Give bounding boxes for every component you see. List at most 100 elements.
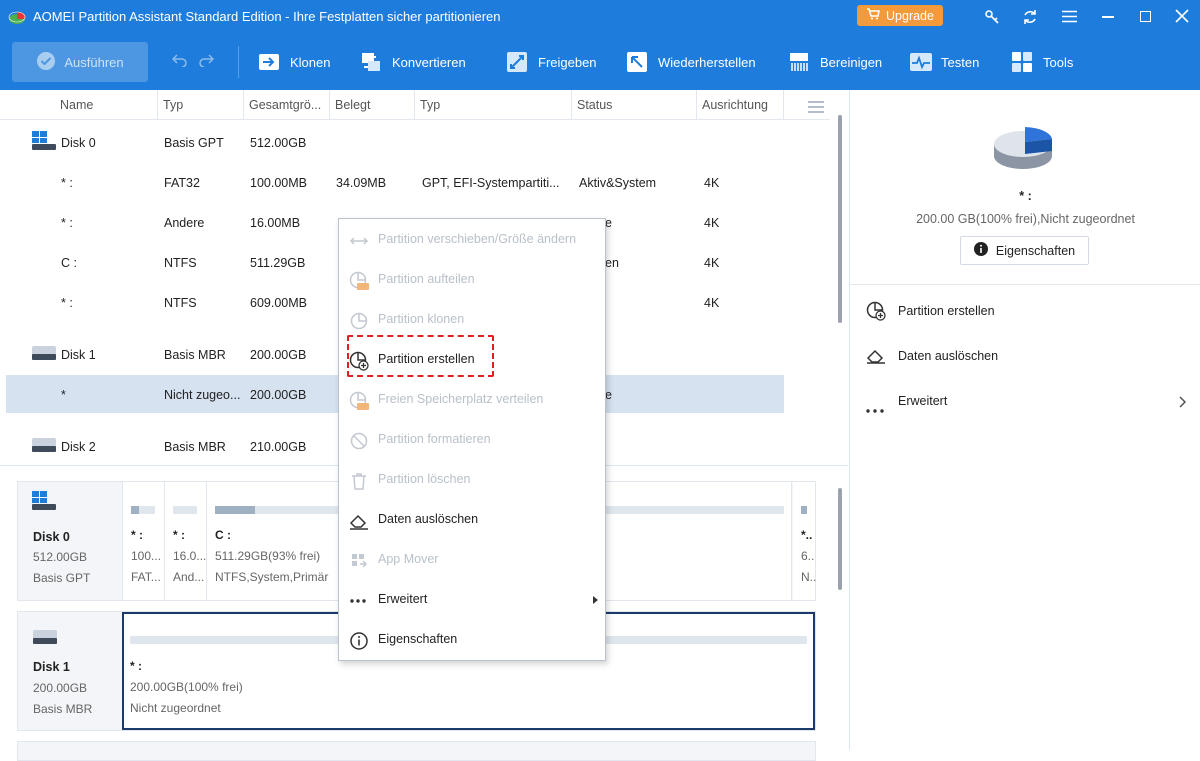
row-size: 200.00GB (250, 388, 307, 402)
partition-label: * : (131, 528, 143, 542)
share-button[interactable]: Freigeben (506, 34, 597, 90)
disk-map-disk2[interactable] (17, 741, 816, 761)
row-name: Disk 2 (61, 440, 96, 454)
toolbar: Ausführen Klonen Konvertieren Freigeben … (0, 34, 1200, 90)
execute-button[interactable]: Ausführen (12, 42, 148, 82)
refresh-icon[interactable] (1022, 9, 1038, 30)
row-size: 210.00GB (250, 440, 307, 454)
col-size[interactable]: Gesamtgrö... (243, 90, 330, 120)
eraser-icon (349, 511, 369, 531)
menu-label: Partition verschieben/Größe ändern (378, 232, 577, 246)
action-advanced[interactable]: Erweitert (850, 385, 1200, 419)
partition-block[interactable]: *.. 6.. N.. (793, 482, 816, 600)
row-size: 512.00GB (250, 136, 307, 150)
app-mover-icon (349, 551, 369, 571)
menu-icon[interactable] (1062, 10, 1077, 28)
info-icon (973, 242, 988, 259)
key-icon[interactable] (985, 9, 1001, 30)
menu-advanced[interactable]: Erweitert (339, 580, 605, 620)
restore-button[interactable]: Wiederherstellen (626, 34, 756, 90)
column-settings-icon[interactable] (808, 100, 824, 118)
col-type[interactable]: Typ (157, 90, 244, 120)
row-typ: NTFS (164, 296, 197, 310)
row-size: 16.00MB (250, 216, 301, 230)
menu-label: Partition löschen (378, 472, 471, 486)
menu-delete-partition[interactable]: Partition löschen (339, 460, 605, 500)
app-logo-icon (8, 9, 26, 25)
menu-wipe-data[interactable]: Daten auslöschen (339, 500, 605, 540)
clone-label: Klonen (290, 54, 331, 70)
disk1-type: Basis MBR (33, 702, 93, 716)
restore-label: Wiederherstellen (658, 54, 756, 70)
format-icon (349, 431, 369, 451)
row-name: * (61, 388, 66, 402)
allocate-pro-icon (349, 391, 369, 411)
menu-label: Partition formatieren (378, 432, 491, 446)
eraser-icon (866, 348, 886, 369)
disk-icon (32, 346, 56, 365)
row-align: 4K (704, 216, 720, 230)
clean-button[interactable]: Bereinigen (788, 34, 882, 90)
clone-button[interactable]: Klonen (258, 34, 330, 90)
partition-size: 511.29GB(93% frei) (215, 549, 321, 563)
properties-button[interactable]: Eigenschaften (960, 236, 1089, 265)
clone-icon (258, 51, 280, 73)
list-scrollbar[interactable] (838, 115, 842, 323)
undo-icon[interactable] (171, 53, 188, 72)
menu-format-partition[interactable]: Partition formatieren (339, 420, 605, 460)
col-used[interactable]: Belegt (329, 90, 415, 120)
usage-bar (801, 506, 807, 514)
partition-block[interactable]: * : 100... FAT... (122, 482, 165, 600)
action-wipe-data[interactable]: Daten auslöschen (850, 340, 1200, 374)
row-align: 4K (704, 256, 720, 270)
maximize-icon[interactable] (1140, 11, 1151, 22)
partition-size: 200.00GB(100% frei) (130, 680, 243, 694)
table-row[interactable]: * : FAT32 100.00MB 34.09MB GPT, EFI-Syst… (0, 168, 830, 198)
table-header: Name Typ Gesamtgrö... Belegt Typ Status … (0, 90, 830, 120)
test-button[interactable]: Testen (909, 34, 979, 90)
menu-clone-partition[interactable]: Partition klonen (339, 300, 605, 340)
upgrade-button[interactable]: Upgrade (857, 5, 943, 26)
redo-icon[interactable] (198, 53, 215, 72)
pie-chart-icon (992, 124, 1054, 177)
partition-label: * : (1019, 189, 1032, 203)
partition-block[interactable]: * : 16.0... And... (165, 482, 207, 600)
action-create-partition[interactable]: Partition erstellen (850, 295, 1200, 329)
menu-move-resize[interactable]: Partition verschieben/Größe ändern (339, 220, 605, 260)
partition-label: * : (130, 659, 142, 673)
col-status[interactable]: Status (571, 90, 697, 120)
disk0-size: 512.00GB (33, 550, 88, 564)
table-row[interactable]: Disk 0 Basis GPT 512.00GB (0, 128, 830, 158)
partition-label: C : (215, 528, 231, 542)
col-ptype[interactable]: Typ (414, 90, 572, 120)
window-title: AOMEI Partition Assistant Standard Editi… (33, 9, 501, 24)
col-align[interactable]: Ausrichtung (696, 90, 784, 120)
menu-properties[interactable]: Eigenschaften (339, 620, 605, 660)
tools-button[interactable]: Tools (1011, 34, 1073, 90)
clean-label: Bereinigen (820, 54, 883, 70)
map-scrollbar[interactable] (838, 488, 842, 590)
col-name[interactable]: Name (54, 90, 158, 120)
partition-fs: Nicht zugeordnet (130, 701, 221, 715)
convert-button[interactable]: Konvertieren (360, 34, 466, 90)
row-typ: FAT32 (164, 176, 200, 190)
close-icon[interactable] (1175, 9, 1189, 28)
menu-split-partition[interactable]: Partition aufteilen (339, 260, 605, 300)
create-partition-icon (866, 301, 886, 326)
row-name: * : (61, 216, 73, 230)
menu-app-mover[interactable]: App Mover (339, 540, 605, 580)
row-typ: NTFS (164, 256, 197, 270)
partition-info: 200.00 GB(100% frei),Nicht zugeordnet (916, 212, 1135, 226)
partition-fs: NTFS,System,Primär (215, 570, 329, 584)
row-status: Aktiv&System (579, 176, 657, 190)
convert-label: Konvertieren (392, 54, 466, 70)
row-status: e (605, 216, 612, 230)
divider (850, 284, 1200, 285)
title-bar: AOMEI Partition Assistant Standard Editi… (0, 0, 1200, 34)
row-ptype: GPT, EFI-Systempartiti... (422, 176, 560, 190)
row-typ: Basis MBR (164, 348, 226, 362)
test-label: Testen (941, 54, 980, 70)
menu-label: Partition aufteilen (378, 272, 475, 286)
menu-allocate-free-space[interactable]: Freien Speicherplatz verteilen (339, 380, 605, 420)
minimize-icon[interactable] (1102, 16, 1114, 18)
